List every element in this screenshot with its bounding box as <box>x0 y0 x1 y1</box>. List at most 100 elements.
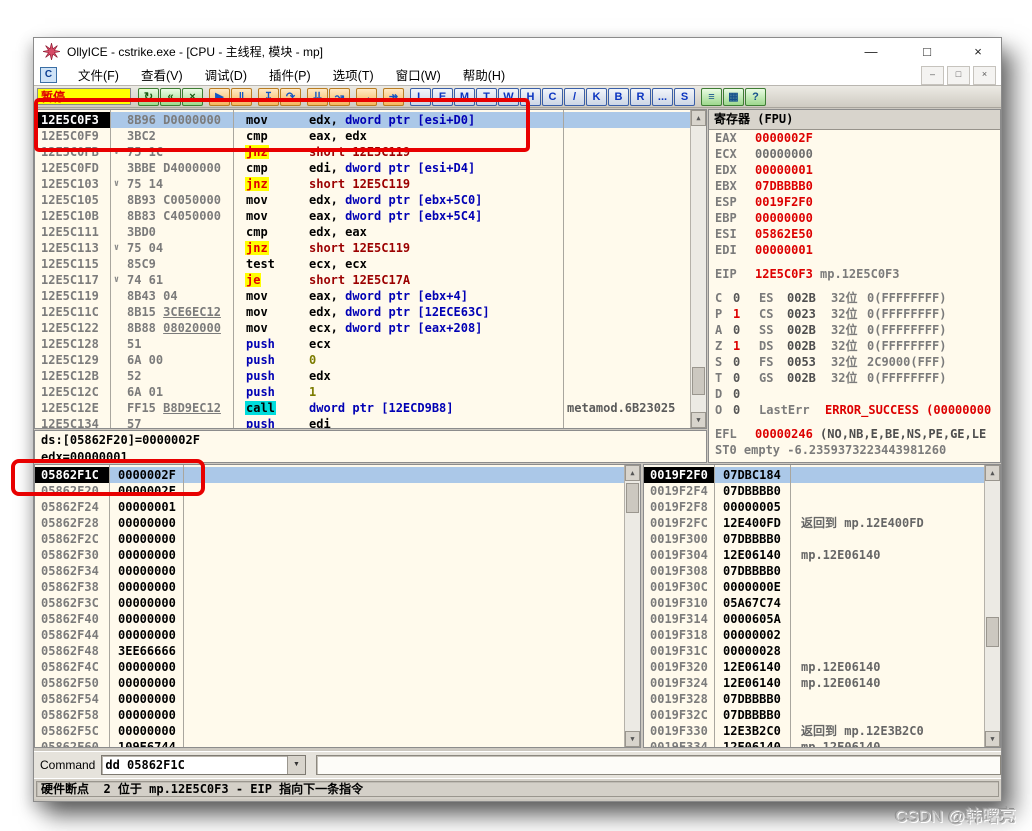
maximize-button[interactable]: □ <box>899 44 955 59</box>
address-cell[interactable]: 12E5C0F9 <box>35 128 110 144</box>
address-cell[interactable]: 05862F48 <box>35 643 109 659</box>
address-cell[interactable]: 12E5C122 <box>35 320 110 336</box>
scroll-up-icon[interactable]: ▲ <box>985 465 1000 481</box>
address-cell[interactable]: 0019F2FC <box>644 515 714 531</box>
dump-row[interactable]: 05862F4000000000 <box>35 611 640 627</box>
address-cell[interactable]: 0019F334 <box>644 739 714 748</box>
stack-row[interactable]: 0019F2F800000005 <box>644 499 1000 515</box>
address-cell[interactable]: 12E5C134 <box>35 416 110 429</box>
stack-row[interactable]: 0019F32412E06140mp.12E06140 <box>644 675 1000 691</box>
address-cell[interactable]: 05862F40 <box>35 611 109 627</box>
dump-row[interactable]: 05862F5400000000 <box>35 691 640 707</box>
address-cell[interactable]: 12E5C117 <box>35 272 110 288</box>
disasm-row[interactable]: 12E5C12EFF15 B8D9EC12calldword ptr [12EC… <box>35 400 706 416</box>
disasm-row[interactable]: 12E5C1058B93 C0050000movedx, dword ptr [… <box>35 192 706 208</box>
log-options-button[interactable]: ≡ <box>701 88 722 106</box>
disasm-row[interactable]: 12E5C12851pushecx <box>35 336 706 352</box>
executables-button[interactable]: E <box>432 88 453 106</box>
step-over-button[interactable]: ↷ <box>280 88 301 106</box>
flag-row[interactable]: S0FS005332位2C9000(FFF) <box>709 354 1000 370</box>
address-cell[interactable]: 05862F1C <box>35 467 109 483</box>
disasm-row[interactable]: 12E5C1198B43 04moveax, dword ptr [ebx+4] <box>35 288 706 304</box>
minimize-button[interactable]: — <box>843 44 899 59</box>
disasm-row[interactable]: 12E5C0FB∨75 1Cjnzshort 12E5C119 <box>35 144 706 160</box>
address-cell[interactable]: 0019F314 <box>644 611 714 627</box>
breakpoints-button[interactable]: B <box>608 88 629 106</box>
address-cell[interactable]: 05862F5C <box>35 723 109 739</box>
dump-row[interactable]: 05862F5C00000000 <box>35 723 640 739</box>
menu-item[interactable]: 文件(F) <box>67 65 130 84</box>
scroll-down-icon[interactable]: ▼ <box>985 731 1000 747</box>
dump-row[interactable]: 05862F200000002F <box>35 483 640 499</box>
dump-row[interactable]: 05862F2C00000000 <box>35 531 640 547</box>
address-cell[interactable]: 12E5C115 <box>35 256 110 272</box>
registers-pane[interactable]: 寄存器 (FPU) EAX0000002FECX00000000EDX00000… <box>708 109 1001 463</box>
address-cell[interactable]: 0019F328 <box>644 691 714 707</box>
register-row[interactable]: EAX0000002F <box>709 130 1000 146</box>
mdi-restore-button[interactable]: □ <box>947 66 970 85</box>
flag-row[interactable]: P1CS002332位0(FFFFFFFF) <box>709 306 1000 322</box>
disasm-row[interactable]: 12E5C10B8B83 C4050000moveax, dword ptr [… <box>35 208 706 224</box>
stack-row[interactable]: 0019F30807DBBBB0 <box>644 563 1000 579</box>
address-cell[interactable]: 05862F3C <box>35 595 109 611</box>
address-cell[interactable]: 05862F4C <box>35 659 109 675</box>
address-cell[interactable]: 05862F58 <box>35 707 109 723</box>
address-cell[interactable]: 12E5C128 <box>35 336 110 352</box>
disassembly-scrollbar[interactable]: ▲ ▼ <box>690 110 706 428</box>
address-cell[interactable]: 12E5C12B <box>35 368 110 384</box>
address-cell[interactable]: 12E5C0FD <box>35 160 110 176</box>
scroll-up-icon[interactable]: ▲ <box>625 465 640 481</box>
dump-row[interactable]: 05862F3800000000 <box>35 579 640 595</box>
restart-button[interactable]: « <box>160 88 181 106</box>
dump-row[interactable]: 05862F5800000000 <box>35 707 640 723</box>
stack-row[interactable]: 0019F2F007DBC184 <box>644 467 1000 483</box>
open-button[interactable]: ↻ <box>138 88 159 106</box>
address-cell[interactable]: 12E5C111 <box>35 224 110 240</box>
address-cell[interactable]: 12E5C0F3 <box>35 112 110 128</box>
menu-item[interactable]: 窗口(W) <box>385 65 452 84</box>
address-cell[interactable]: 05862F50 <box>35 675 109 691</box>
address-cell[interactable]: 05862F60 <box>35 739 109 748</box>
register-row[interactable]: ESI05862E50 <box>709 226 1000 242</box>
efl-row[interactable]: EFL00000246 (NO,NB,E,BE,NS,PE,GE,LE <box>709 426 1000 442</box>
address-cell[interactable]: 05862F28 <box>35 515 109 531</box>
stack-row[interactable]: 0019F33012E3B2C0返回到 mp.12E3B2C0 <box>644 723 1000 739</box>
address-cell[interactable]: 0019F2F0 <box>644 467 714 483</box>
disasm-row[interactable]: 12E5C103∨75 14jnzshort 12E5C119 <box>35 176 706 192</box>
dump-row[interactable]: 05862F2800000000 <box>35 515 640 531</box>
dump-pane[interactable]: 05862F1C0000002F05862F200000002F05862F24… <box>34 464 641 748</box>
address-cell[interactable]: 12E5C105 <box>35 192 110 208</box>
stack-row[interactable]: 0019F2FC12E400FD返回到 mp.12E400FD <box>644 515 1000 531</box>
menu-item[interactable]: 选项(T) <box>322 65 385 84</box>
scroll-down-icon[interactable]: ▼ <box>625 731 640 747</box>
address-cell[interactable]: 05862F44 <box>35 627 109 643</box>
address-cell[interactable]: 05862F24 <box>35 499 109 515</box>
disasm-row[interactable]: 12E5C11C8B15 3CE6EC12movedx, dword ptr [… <box>35 304 706 320</box>
info-pane[interactable]: ds:[05862F20]=0000002F edx=00000001 <box>34 430 707 463</box>
flag-row[interactable]: A0SS002B32位0(FFFFFFFF) <box>709 322 1000 338</box>
stack-row[interactable]: 0019F31800000002 <box>644 627 1000 643</box>
address-cell[interactable]: 05862F20 <box>35 483 109 499</box>
scroll-thumb[interactable] <box>626 483 639 513</box>
register-row[interactable]: ECX00000000 <box>709 146 1000 162</box>
address-cell[interactable]: 12E5C119 <box>35 288 110 304</box>
address-cell[interactable]: 12E5C129 <box>35 352 110 368</box>
stack-row[interactable]: 0019F33412E06140mp.12E06140 <box>644 739 1000 748</box>
animate-over-button[interactable]: ↝ <box>329 88 350 106</box>
register-row[interactable]: EBX07DBBBB0 <box>709 178 1000 194</box>
stack-row[interactable]: 0019F3140000605A <box>644 611 1000 627</box>
address-cell[interactable]: 0019F30C <box>644 579 714 595</box>
disasm-row[interactable]: 12E5C1228B88 08020000movecx, dword ptr [… <box>35 320 706 336</box>
memory-map-button[interactable]: M <box>454 88 475 106</box>
register-row-eip[interactable]: EIP12E5C0F3 mp.12E5C0F3 <box>709 266 1000 282</box>
references-button[interactable]: R <box>630 88 651 106</box>
dump-scrollbar[interactable]: ▲ ▼ <box>624 465 640 747</box>
address-cell[interactable]: 0019F310 <box>644 595 714 611</box>
stack-row[interactable]: 0019F31005A67C74 <box>644 595 1000 611</box>
address-cell[interactable]: 0019F320 <box>644 659 714 675</box>
address-cell[interactable]: 12E5C0FB <box>35 144 110 160</box>
address-cell[interactable]: 0019F2F4 <box>644 483 714 499</box>
title-bar[interactable]: OllyICE - cstrike.exe - [CPU - 主线程, 模块 -… <box>34 38 1001 64</box>
dump-row[interactable]: 05862F5000000000 <box>35 675 640 691</box>
disasm-row[interactable]: 12E5C12C6A 01push1 <box>35 384 706 400</box>
